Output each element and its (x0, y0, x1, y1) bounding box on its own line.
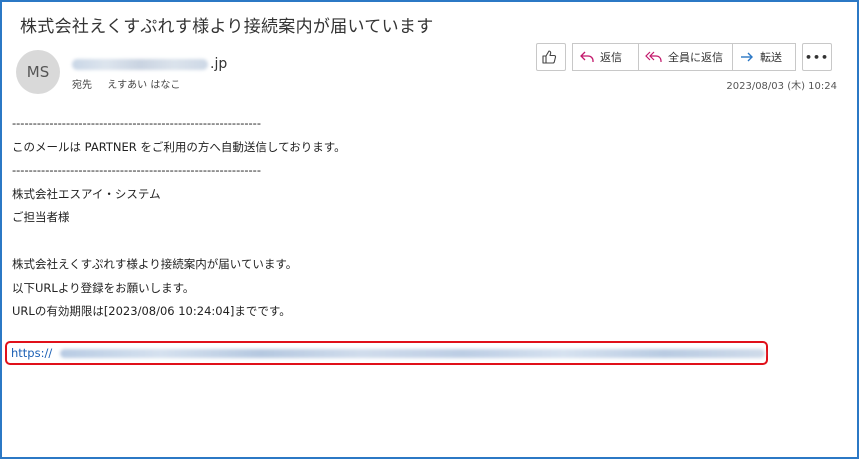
redacted-link-url[interactable] (60, 349, 765, 358)
body-line: ----------------------------------------… (12, 116, 261, 130)
more-actions-button[interactable]: ••• (802, 43, 832, 71)
body-line: 以下URLより登録をお願いします。 (12, 280, 195, 295)
body-line: ----------------------------------------… (12, 163, 261, 177)
sender-domain: .jp (210, 56, 228, 72)
message-toolbar: 返信 全員に返信 転送 ••• (536, 43, 832, 71)
to-label: 宛先 (72, 80, 92, 91)
email-subject: 株式会社えくすぷれす様より接続案内が届いています (20, 17, 434, 37)
recipient-name[interactable]: えすあい はなこ (107, 80, 180, 91)
reply-button[interactable]: 返信 (572, 43, 638, 71)
like-button[interactable] (536, 43, 566, 71)
email-body: ----------------------------------------… (12, 112, 346, 324)
thumbs-up-icon (541, 50, 556, 64)
received-date: 2023/08/03 (木) 10:24 (726, 81, 837, 92)
registration-link[interactable]: https:// (11, 346, 52, 360)
reply-button-group: 返信 全員に返信 転送 (572, 43, 796, 71)
forward-label: 転送 (760, 51, 782, 64)
redacted-sender-name (72, 58, 208, 70)
recipient-line: 宛先 えすあい はなこ (72, 76, 180, 91)
body-line (12, 230, 346, 254)
body-line: 株式会社えくすぷれす様より接続案内が届いています。 (12, 257, 298, 271)
body-line: このメールは PARTNER をご利用の方へ自動送信しております。 (12, 139, 346, 154)
reply-all-button[interactable]: 全員に返信 (638, 43, 732, 71)
sender-address[interactable]: .jp (72, 55, 242, 73)
sender-avatar: MS (16, 50, 60, 94)
reply-all-label: 全員に返信 (668, 51, 723, 64)
forward-icon (741, 52, 753, 62)
reply-icon (580, 51, 594, 62)
body-line: ご担当者様 (12, 210, 70, 224)
body-line: 株式会社エスアイ・システム (12, 186, 161, 201)
reply-all-icon (645, 51, 662, 62)
reply-label: 返信 (600, 51, 622, 64)
body-line: URLの有効期限は[2023/08/06 10:24:04]までです。 (12, 304, 291, 318)
forward-button[interactable]: 転送 (732, 43, 796, 71)
